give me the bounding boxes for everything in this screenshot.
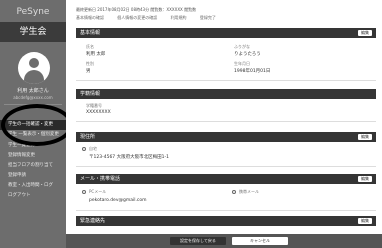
field-value-student-id: XXXXXXXX [86,110,111,115]
field-label-name: 氏名 [86,44,94,49]
sidebar-item-application[interactable]: 登録申請 [0,171,66,181]
main-content: 最終更新日 2017年08月02日 08時43分 閲覧数：XXXXXX 閲覧数 … [66,0,382,248]
section-header-contact: メール・携帯電話 編集 [76,174,376,184]
section-title-emergency: 緊急連絡先 [80,218,106,224]
brand-logo: PeSyne [16,7,50,17]
section-title-student: 学籍情報 [80,91,101,97]
phone-radio[interactable] [232,190,236,194]
sidebar-item-registration-edit[interactable]: 登録情報変更 [0,151,66,161]
sidebar-item-floor-assign[interactable]: 担当フロアの割り当て [0,161,66,171]
edit-button-emergency[interactable]: 編集 [358,218,372,224]
field-value-gender: 男 [86,69,91,74]
card-student: 学籍番号 XXXXXXXX [76,99,376,122]
cancel-button[interactable]: キャンセル [232,237,288,245]
section-header-address: 現住所 編集 [76,132,376,142]
field-label-birthday: 生年月日 [234,61,250,66]
user-email: abcdefg@xxxx.com [13,95,53,100]
section-title-contact: メール・携帯電話 [80,176,121,182]
edit-button-address[interactable]: 編集 [358,134,372,140]
save-return-button[interactable]: 設定を保存して戻る [170,237,226,245]
sidebar-item-classroom-log[interactable]: 教室・入出時間・ログ [0,181,66,191]
footer-bar: 設定を保存して戻る キャンセル [66,234,382,248]
field-label-student-id: 学籍番号 [86,103,102,108]
app-window: PeSyne 学生会 利用 太郎さん abcdefg@xxxx.com 学生の一… [0,0,382,248]
address-value: 〒123-4567 大阪府大阪市北区梅田1-1 [89,155,169,160]
section-title-address: 現住所 [80,134,96,140]
avatar [18,52,50,84]
edit-button-basic[interactable]: 編集 [358,30,372,36]
address-radio[interactable] [82,147,86,151]
section-header-basic: 基本情報 編集 [76,28,376,38]
step-4: 登録完了 [199,15,216,20]
step-1: 基本情報の確認 [76,15,104,20]
field-label-kana: ふりがな [234,44,250,49]
step-indicator: 基本情報の確認 個人情報の変更の確認 利用規約 登録完了 [76,15,376,23]
field-value-name: 利用 太郎 [86,52,106,57]
card-basic: 氏名 利用 太郎 ふりがな りようたろう 性別 男 生年月日 1998年01月0… [76,38,376,81]
user-icon [29,58,39,68]
step-3: 利用規約 [170,15,187,20]
last-updated-text: 最終更新日 2017年08月02日 08時43分 閲覧数：XXXXXX 閲覧数 [76,7,197,12]
section-title-basic: 基本情報 [80,30,101,36]
role-banner: 学生会 [0,22,66,42]
highlight-ellipse [1,104,73,146]
address-option-label: 自宅 [89,146,97,151]
section-header-emergency: 緊急連絡先 編集 [76,216,376,226]
section-header-student: 学籍情報 [76,89,376,99]
user-icon-body [24,70,44,84]
card-address: 自宅 〒123-4567 大阪府大阪市北区梅田1-1 [76,142,376,167]
card-contact: PCメール 携帯メール pekotaro.dev@gmail.com [76,184,376,211]
field-label-gender: 性別 [86,61,94,66]
field-value-birthday: 1998年01月01日 [234,69,271,74]
field-value-kana: りようたろう [234,52,261,57]
email-radio[interactable] [82,190,86,194]
step-2: 個人情報の変更の確認 [117,15,158,20]
phone-option-label: 携帯メール [239,189,259,194]
edit-button-contact[interactable]: 編集 [358,176,372,182]
email-value: pekotaro.dev@gmail.com [89,198,147,203]
sidebar-item-logout[interactable]: ログアウト [0,191,66,201]
email-option-label: PCメール [89,189,107,194]
